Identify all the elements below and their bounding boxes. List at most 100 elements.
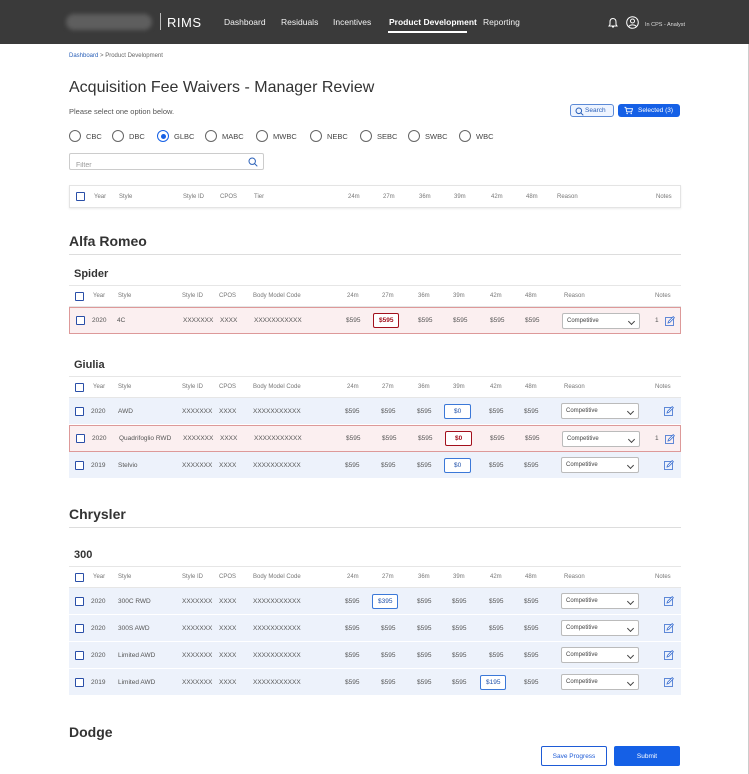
col-notes[interactable]: Notes bbox=[655, 286, 671, 306]
cell-42m[interactable]: $595 bbox=[489, 452, 503, 478]
col-27m[interactable]: 27m bbox=[383, 186, 395, 207]
nav-dashboard[interactable]: Dashboard bbox=[224, 17, 266, 27]
value-edited-box[interactable]: $0 bbox=[444, 457, 472, 473]
radio-nebc[interactable]: NEBC bbox=[310, 129, 348, 143]
col-24m[interactable]: 24m bbox=[347, 286, 359, 306]
reason-select[interactable]: Competitive bbox=[561, 674, 639, 690]
save-progress-button[interactable]: Save Progress bbox=[541, 746, 607, 766]
cell-48m[interactable]: $595 bbox=[524, 615, 538, 641]
search-button[interactable]: Search bbox=[570, 104, 614, 117]
cell-39m[interactable]: $0 bbox=[445, 426, 473, 451]
col-24m[interactable]: 24m bbox=[347, 567, 359, 587]
radio-circle[interactable] bbox=[112, 130, 124, 142]
cell-36m[interactable]: $595 bbox=[417, 452, 431, 478]
col-style[interactable]: Style bbox=[118, 567, 131, 587]
edit-note-button[interactable] bbox=[664, 588, 674, 614]
col-year[interactable]: Year bbox=[93, 567, 105, 587]
cell-39m[interactable]: $0 bbox=[444, 398, 472, 424]
radio-mabc[interactable]: MABC bbox=[205, 129, 244, 143]
col-42m[interactable]: 42m bbox=[490, 567, 502, 587]
cell-24m[interactable]: $595 bbox=[345, 398, 359, 424]
radio-circle[interactable] bbox=[408, 130, 420, 142]
col-27m[interactable]: 27m bbox=[382, 286, 394, 306]
col-48m[interactable]: 48m bbox=[526, 186, 538, 207]
radio-glbc[interactable]: GLBC bbox=[157, 129, 194, 143]
cell-42m[interactable]: $595 bbox=[490, 426, 504, 451]
cell-27m[interactable]: $595 bbox=[381, 669, 395, 695]
cell-24m[interactable]: $595 bbox=[345, 669, 359, 695]
checkbox-box[interactable] bbox=[76, 192, 85, 201]
radio-mwbc[interactable]: MWBC bbox=[256, 129, 297, 143]
col-style-id[interactable]: Style ID bbox=[182, 567, 203, 587]
breadcrumb-home[interactable]: Dashboard bbox=[69, 53, 98, 59]
cell-27m[interactable]: $395 bbox=[372, 588, 399, 614]
reason-select[interactable]: Competitive bbox=[562, 430, 640, 447]
edit-note-button[interactable] bbox=[664, 615, 674, 641]
col-48m[interactable]: 48m bbox=[525, 286, 537, 306]
col-24m[interactable]: 24m bbox=[347, 377, 359, 397]
radio-wbc[interactable]: WBC bbox=[459, 129, 494, 143]
col-27m[interactable]: 27m bbox=[382, 377, 394, 397]
cell-48m[interactable]: $595 bbox=[524, 642, 538, 668]
checkbox-box[interactable] bbox=[75, 572, 84, 582]
cell-27m[interactable]: $595 bbox=[381, 398, 395, 424]
edit-note-button[interactable] bbox=[664, 398, 674, 424]
col-reason[interactable]: Reason bbox=[557, 186, 578, 207]
col-36m[interactable]: 36m bbox=[419, 186, 431, 207]
col-cpos[interactable]: CPOS bbox=[220, 186, 237, 207]
radio-circle-selected[interactable] bbox=[157, 130, 169, 142]
search-icon[interactable] bbox=[248, 157, 258, 167]
cell-36m[interactable]: $595 bbox=[417, 669, 431, 695]
value-error-box[interactable]: $0 bbox=[445, 431, 473, 446]
row-checkbox[interactable] bbox=[76, 426, 85, 451]
cell-42m[interactable]: $595 bbox=[489, 615, 503, 641]
row-checkbox[interactable] bbox=[75, 669, 84, 695]
radio-sebc[interactable]: SEBC bbox=[360, 129, 397, 143]
cell-36m[interactable]: $595 bbox=[418, 426, 432, 451]
checkbox-box[interactable] bbox=[75, 291, 84, 301]
radio-circle[interactable] bbox=[310, 130, 322, 142]
table-row[interactable]: 2020 300S AWD XXXXXXX XXXX XXXXXXXXXXX $… bbox=[69, 615, 681, 642]
filter-input[interactable] bbox=[70, 158, 240, 173]
row-checkbox[interactable] bbox=[75, 615, 84, 641]
cell-48m[interactable]: $595 bbox=[524, 669, 538, 695]
table-row[interactable]: 2020 Limited AWD XXXXXXX XXXX XXXXXXXXXX… bbox=[69, 642, 681, 669]
col-36m[interactable]: 36m bbox=[418, 567, 430, 587]
col-cpos[interactable]: CPOS bbox=[219, 377, 236, 397]
reason-select[interactable]: Competitive bbox=[561, 647, 639, 663]
col-36m[interactable]: 36m bbox=[418, 377, 430, 397]
select-all-checkbox[interactable] bbox=[75, 377, 84, 397]
col-reason[interactable]: Reason bbox=[564, 567, 585, 587]
checkbox-box[interactable] bbox=[75, 650, 84, 660]
table-row[interactable]: 2019 Limited AWD XXXXXXX XXXX XXXXXXXXXX… bbox=[69, 669, 681, 696]
select-all-checkbox[interactable] bbox=[76, 186, 85, 207]
radio-circle[interactable] bbox=[256, 130, 268, 142]
col-style-id[interactable]: Style ID bbox=[182, 286, 203, 306]
col-tier[interactable]: Tier bbox=[254, 186, 264, 207]
cell-48m[interactable]: $595 bbox=[525, 426, 539, 451]
row-checkbox[interactable] bbox=[75, 452, 84, 478]
col-42m[interactable]: 42m bbox=[491, 186, 503, 207]
nav-residuals[interactable]: Residuals bbox=[281, 17, 318, 27]
col-style[interactable]: Style bbox=[119, 186, 132, 207]
cell-36m[interactable]: $595 bbox=[417, 398, 431, 424]
cell-42m[interactable]: $595 bbox=[490, 308, 504, 333]
col-year[interactable]: Year bbox=[93, 377, 105, 397]
radio-circle[interactable] bbox=[69, 130, 81, 142]
select-all-checkbox[interactable] bbox=[75, 567, 84, 587]
cell-36m[interactable]: $595 bbox=[418, 308, 432, 333]
row-checkbox[interactable] bbox=[75, 588, 84, 614]
cell-24m[interactable]: $595 bbox=[346, 308, 360, 333]
col-cpos[interactable]: CPOS bbox=[219, 567, 236, 587]
checkbox-box[interactable] bbox=[75, 623, 84, 633]
col-style[interactable]: Style bbox=[118, 286, 131, 306]
col-reason[interactable]: Reason bbox=[564, 377, 585, 397]
col-style[interactable]: Style bbox=[118, 377, 131, 397]
table-row[interactable]: 2020 300C RWD XXXXXXX XXXX XXXXXXXXXXX $… bbox=[69, 588, 681, 615]
cell-24m[interactable]: $595 bbox=[345, 615, 359, 641]
col-notes[interactable]: Notes bbox=[655, 567, 671, 587]
value-edited-box[interactable]: $395 bbox=[372, 593, 399, 609]
cell-24m[interactable]: $595 bbox=[345, 588, 359, 614]
checkbox-box[interactable] bbox=[75, 406, 84, 416]
checkbox-box[interactable] bbox=[75, 382, 84, 392]
